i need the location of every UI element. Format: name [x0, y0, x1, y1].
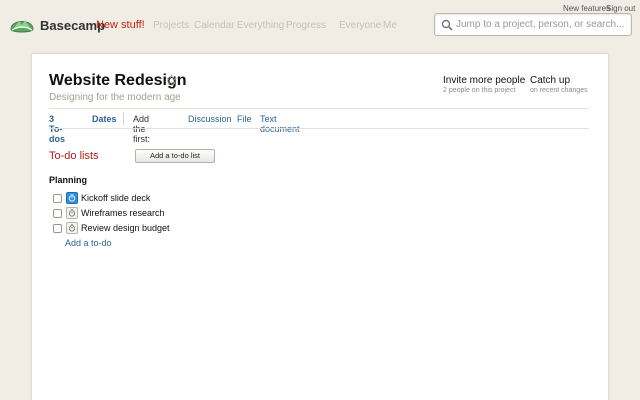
add-text-document-link[interactable]: Text document: [260, 114, 300, 134]
nav-progress[interactable]: Progress: [286, 20, 326, 31]
divider: [49, 108, 589, 109]
todo-checkbox[interactable]: [53, 209, 62, 218]
todo-text[interactable]: Review design budget: [81, 223, 170, 233]
top-bar: Basecamp New stuff! Projects Calendar Ev…: [0, 0, 640, 52]
todo-text[interactable]: Wireframes research: [81, 208, 165, 218]
divider: [49, 128, 589, 129]
project-description: Designing for the modern age: [49, 92, 181, 103]
todo-checkbox[interactable]: [53, 194, 62, 203]
nav-me[interactable]: Me: [383, 20, 397, 31]
tab-separator: [123, 112, 124, 125]
new-features-link[interactable]: New features: [563, 4, 610, 13]
basecamp-logo-icon[interactable]: [8, 10, 36, 36]
tab-dates[interactable]: Dates: [92, 114, 117, 124]
add-todo-list-button[interactable]: Add a to-do list: [135, 149, 215, 163]
search-icon: [441, 19, 453, 31]
timer-icon[interactable]: [66, 192, 78, 204]
add-todo-link[interactable]: Add a to-do: [65, 238, 112, 248]
nav-projects[interactable]: Projects: [153, 20, 189, 31]
catch-up-subtext: on recent changes: [530, 87, 588, 94]
timer-icon[interactable]: [66, 222, 78, 234]
todo-list-title[interactable]: Planning: [49, 175, 87, 185]
search-placeholder: Jump to a project, person, or search...: [456, 19, 625, 30]
sign-out-link[interactable]: Sign out: [606, 4, 635, 13]
nav-calendar[interactable]: Calendar: [194, 20, 235, 31]
project-card: Website Redesign Designing for the moder…: [32, 54, 608, 400]
add-file-link[interactable]: File: [237, 114, 252, 124]
todo-checkbox[interactable]: [53, 224, 62, 233]
timer-icon[interactable]: [66, 207, 78, 219]
new-stuff-link[interactable]: New stuff!: [96, 19, 145, 31]
invite-people-subtext: 2 people on this project: [443, 87, 516, 94]
invite-people-link[interactable]: Invite more people: [443, 75, 525, 86]
tab-todos[interactable]: 3 To-dos: [49, 114, 65, 144]
catch-up-link[interactable]: Catch up: [530, 75, 570, 86]
add-discussion-link[interactable]: Discussion: [188, 114, 232, 124]
search-input[interactable]: Jump to a project, person, or search...: [434, 13, 632, 36]
todo-text[interactable]: Kickoff slide deck: [81, 193, 150, 203]
todo-lists-heading: To-do lists: [49, 150, 99, 162]
add-first-label: Add the first:: [133, 114, 150, 144]
nav-everything[interactable]: Everything: [237, 20, 284, 31]
star-icon[interactable]: [166, 74, 177, 85]
nav-everyone[interactable]: Everyone: [339, 20, 381, 31]
